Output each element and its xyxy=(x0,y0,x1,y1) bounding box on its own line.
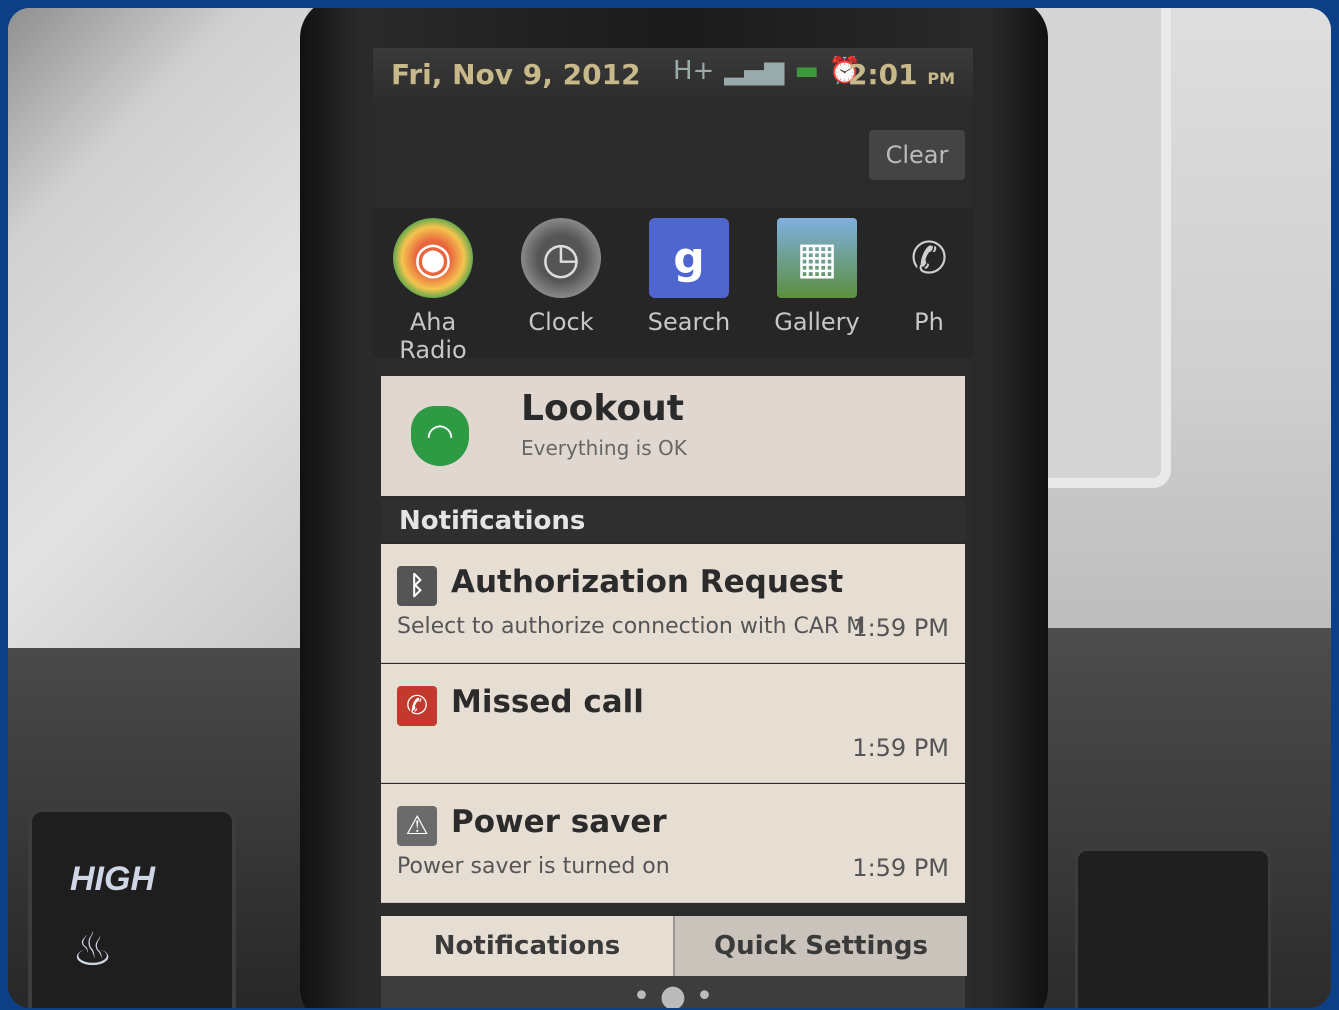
notification-authorization[interactable]: ᛒ Authorization Request Select to author… xyxy=(381,544,965,663)
notifications-header: Notifications xyxy=(381,500,965,542)
lookout-shield-icon: ◠ xyxy=(411,406,469,466)
notification-time: 1:59 PM xyxy=(852,614,949,642)
aha-radio-icon: ◉ xyxy=(393,218,473,298)
photo-background: HIGH ♨ Fri, Nov 9, 2012 H+ ▂▄▆ ▬ ⏰ 2:01 … xyxy=(8,8,1331,1008)
notification-missed-call[interactable]: ✆ Missed call 1:59 PM xyxy=(381,664,965,783)
app-search[interactable]: g Search xyxy=(629,218,749,336)
app-label: Ph xyxy=(914,308,944,336)
notification-text: Select to authorize connection with CAR … xyxy=(397,614,866,639)
bluetooth-icon: ᛒ xyxy=(397,566,437,606)
notification-text: Power saver is turned on xyxy=(397,854,670,879)
status-bar: Fri, Nov 9, 2012 H+ ▂▄▆ ▬ ⏰ 2:01 PM xyxy=(373,48,973,110)
search-icon: g xyxy=(649,218,729,298)
seat-heater-label: HIGH xyxy=(70,860,155,898)
recent-apps: ◉ Aha Radio ◷ Clock g Search ▦ Gallery ✆… xyxy=(373,208,973,364)
drawer-handle[interactable]: • ● • xyxy=(381,976,965,1008)
app-clock[interactable]: ◷ Clock xyxy=(501,218,621,336)
notification-title: Power saver xyxy=(451,804,667,840)
notification-time: 1:59 PM xyxy=(852,734,949,762)
notification-power-saver[interactable]: ⚠ Power saver Power saver is turned on 1… xyxy=(381,784,965,903)
app-label: Search xyxy=(647,308,731,336)
tab-quick-settings[interactable]: Quick Settings xyxy=(673,916,967,976)
lookout-subtitle: Everything is OK xyxy=(521,436,687,460)
status-time-value: 2:01 xyxy=(847,58,918,91)
app-aha-radio[interactable]: ◉ Aha Radio xyxy=(373,218,493,364)
battery-icon: ▬ xyxy=(794,56,819,86)
missed-call-icon: ✆ xyxy=(397,686,437,726)
lookout-title: Lookout xyxy=(521,388,684,429)
status-date: Fri, Nov 9, 2012 xyxy=(391,58,641,91)
lookout-ongoing[interactable]: ◠ Lookout Everything is OK xyxy=(381,376,965,496)
status-time-ampm: PM xyxy=(927,69,955,88)
app-label: Aha Radio xyxy=(399,308,467,364)
console-slot xyxy=(1075,848,1271,1008)
tab-notifications[interactable]: Notifications xyxy=(381,916,673,976)
app-gallery[interactable]: ▦ Gallery xyxy=(757,218,877,336)
seat-heater-button[interactable]: HIGH ♨ xyxy=(28,808,236,1008)
phone-icon: ✆ xyxy=(910,232,948,284)
app-label: Clock xyxy=(528,308,594,336)
status-time: 2:01 PM xyxy=(848,58,955,91)
signal-icon: ▂▄▆ xyxy=(724,56,785,86)
status-icons: H+ ▂▄▆ ▬ ⏰ xyxy=(673,56,861,86)
notification-time: 1:59 PM xyxy=(852,854,949,882)
notification-title: Missed call xyxy=(451,684,644,720)
clear-button[interactable]: Clear xyxy=(869,130,965,180)
handle-dot-icon: • ● • xyxy=(632,979,714,1008)
app-label: Gallery xyxy=(774,308,860,336)
phone-screen: Fri, Nov 9, 2012 H+ ▂▄▆ ▬ ⏰ 2:01 PM Clea… xyxy=(373,48,973,1008)
bottom-tabs: Notifications Quick Settings xyxy=(381,916,967,976)
warning-icon: ⚠ xyxy=(397,806,437,846)
seat-heater-icon: ♨ xyxy=(72,922,114,976)
clock-icon: ◷ xyxy=(521,218,601,298)
notification-title: Authorization Request xyxy=(451,564,844,600)
network-type-icon: H+ xyxy=(673,56,715,86)
app-phone[interactable]: ✆ Ph xyxy=(885,218,973,337)
gallery-icon: ▦ xyxy=(777,218,857,298)
car-dash-left xyxy=(8,8,308,658)
